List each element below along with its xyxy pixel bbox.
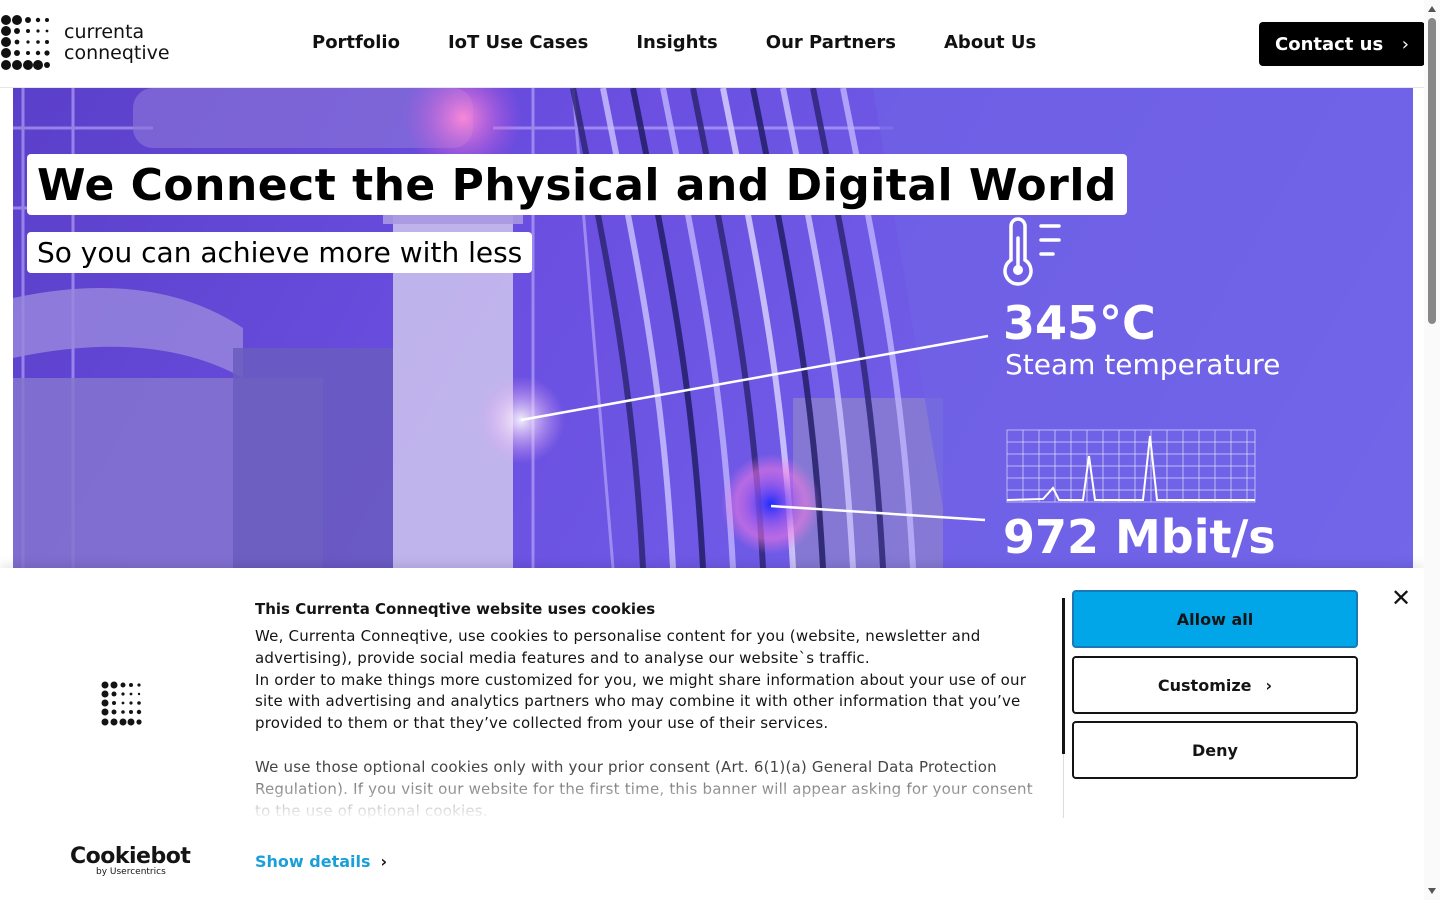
page-scrollbar[interactable] [1424,0,1440,900]
deny-label: Deny [1192,740,1238,760]
logo-line2: conneqtive [64,42,170,64]
allow-all-button[interactable]: Allow all [1072,590,1358,648]
steam-temperature-label: Steam temperature [1005,348,1281,381]
customize-label: Customize [1157,675,1252,695]
show-details-link[interactable]: Show details › [255,852,387,871]
cookie-text-fade [255,768,1045,820]
logo-dots-icon [1,15,50,70]
nav-about-us[interactable]: About Us [944,32,1036,53]
scrollbar-thumb[interactable] [1428,18,1436,324]
hero-headline-box: We Connect the Physical and Digital Worl… [27,154,1127,215]
cookie-scroll-track [1063,754,1064,818]
data-rate-value: 972 Mbit/s [1003,510,1276,564]
chevron-right-icon: › [1265,675,1273,695]
site-header: currenta conneqtive Portfolio IoT Use Ca… [0,0,1425,88]
contact-us-button[interactable]: Contact us › [1259,22,1425,66]
close-icon[interactable]: ✕ [1391,586,1411,610]
contact-us-label: Contact us [1275,33,1384,55]
scroll-down-arrow-icon[interactable] [1428,888,1436,894]
customize-button[interactable]: Customize › [1072,656,1358,714]
cookiebot-logo[interactable]: Cookiebot by Usercentrics [70,844,191,877]
hero-subline: So you can achieve more with less [37,236,523,269]
chevron-right-icon: › [1401,34,1409,55]
cookie-paragraph-2: In order to make things more customized … [255,670,1027,733]
cookiebot-name: Cookiebot [70,844,191,869]
logo-line1: currenta [64,21,145,43]
nav-our-partners[interactable]: Our Partners [766,32,896,53]
nav-portfolio[interactable]: Portfolio [312,32,400,53]
scroll-up-arrow-icon[interactable] [1428,6,1436,12]
company-logo-icon [101,681,142,726]
nav-insights[interactable]: Insights [636,32,717,53]
show-details-label: Show details [255,852,371,871]
main-nav: Portfolio IoT Use Cases Insights Our Par… [312,32,1036,53]
nav-iot-use-cases[interactable]: IoT Use Cases [448,32,588,53]
steam-temperature-value: 345°C [1003,296,1156,350]
chevron-right-icon: › [380,852,388,871]
cookie-banner: Cookiebot by Usercentrics This Currenta … [0,568,1424,900]
hero-subline-box: So you can achieve more with less [27,232,533,273]
cookie-title: This Currenta Conneqtive website uses co… [255,600,656,618]
allow-all-label: Allow all [1176,609,1254,629]
hero-headline: We Connect the Physical and Digital Worl… [37,160,1117,211]
cookie-paragraph-1: We, Currenta Conneqtive, use cookies to … [255,627,981,667]
hero-section: We Connect the Physical and Digital Worl… [13,88,1413,568]
cookie-scroll-indicator[interactable] [1062,598,1065,754]
logo[interactable]: currenta conneqtive [0,14,170,72]
deny-button[interactable]: Deny [1072,721,1358,779]
